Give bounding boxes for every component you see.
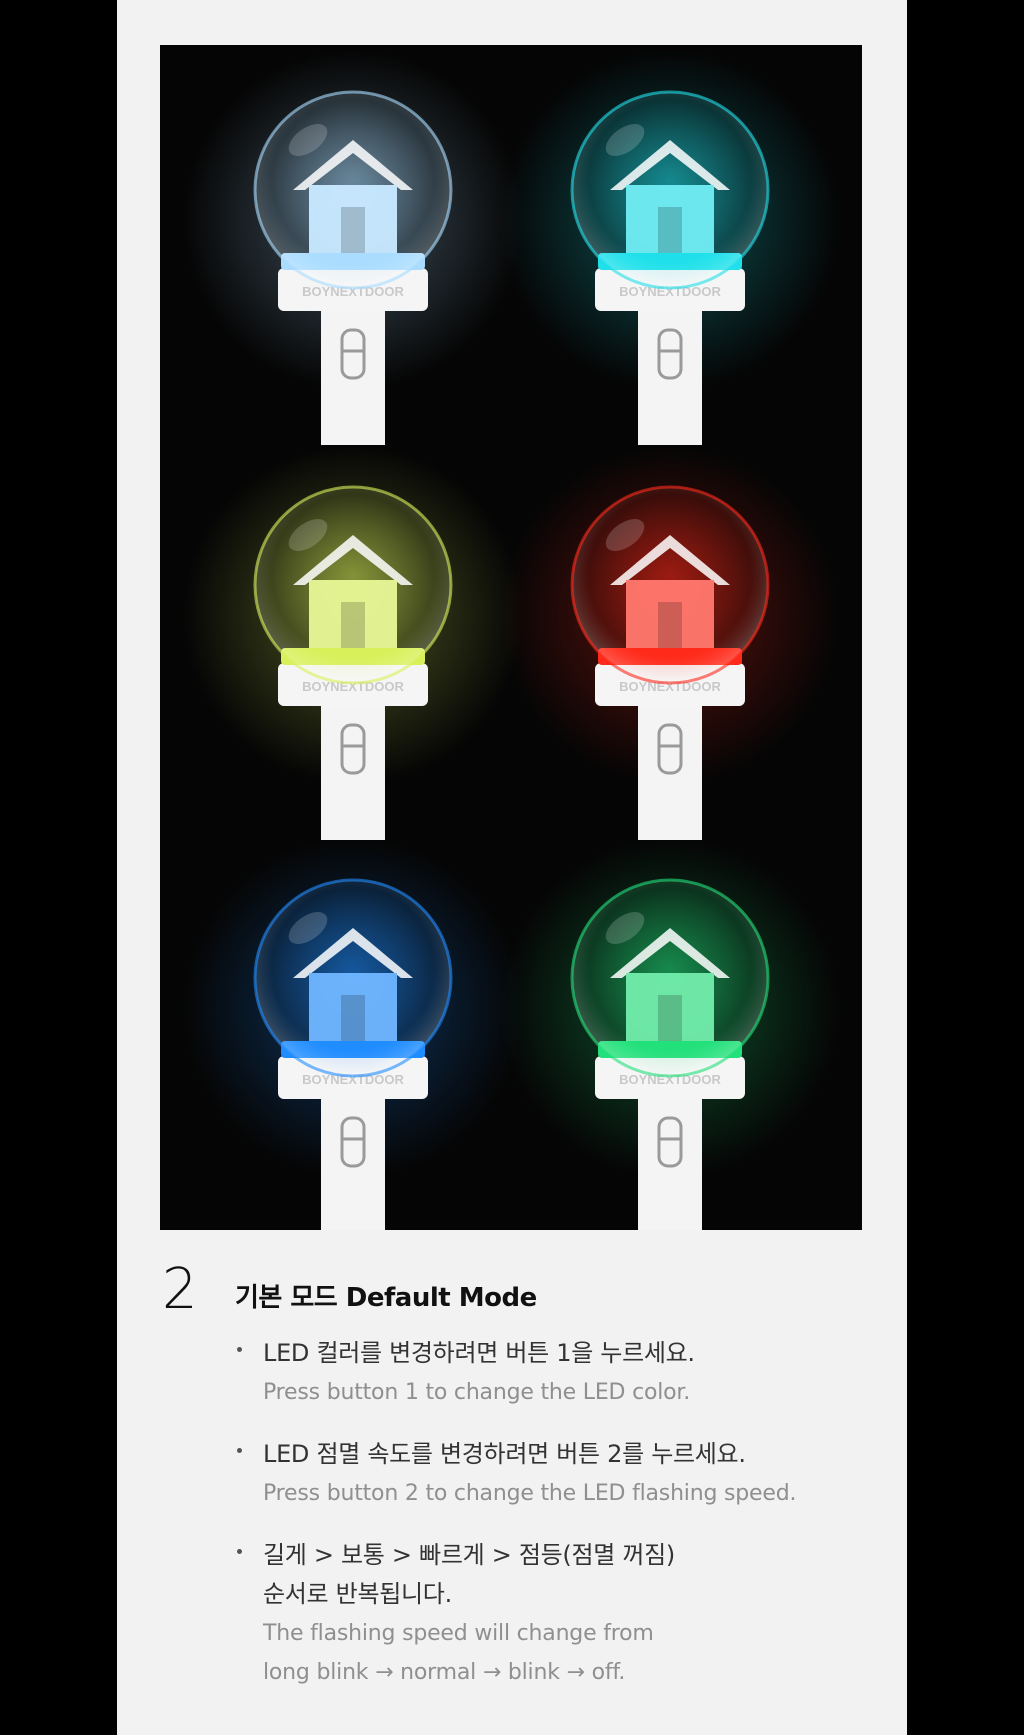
lightstick: BOYNEXTDOOR: [183, 445, 523, 840]
instruction-korean-continued: 순서로 반복됩니다.: [263, 1580, 452, 1608]
lightstick-handle: [638, 305, 702, 445]
instruction-list: LED 컬러를 변경하려면 버튼 1을 누르세요. Press button 1…: [235, 1334, 885, 1715]
lightstick-color-photo: BOYNEXTDOOR BOYNEXTDOOR BOYNEXTDOOR BOYNEXT…: [160, 45, 862, 1230]
lightstick-handle: [321, 700, 385, 840]
lightstick-grid: BOYNEXTDOOR BOYNEXTDOORBOYNEXTDOOR BOYNEXT…: [183, 50, 840, 1230]
instruction-korean: 길게 > 보통 > 빠르게 > 점등(점멸 꺼짐): [263, 1541, 675, 1569]
list-item: LED 컬러를 변경하려면 버튼 1을 누르세요. Press button 1…: [235, 1334, 885, 1412]
instruction-english: The flashing speed will change from: [263, 1621, 654, 1646]
lightstick: BOYNEXTDOOR: [500, 50, 840, 445]
product-detail-page: BOYNEXTDOOR BOYNEXTDOOR BOYNEXTDOOR BOYNEXT…: [117, 0, 907, 1735]
instruction-korean: LED 컬러를 변경하려면 버튼 1을 누르세요.: [263, 1339, 695, 1367]
list-item: 길게 > 보통 > 빠르게 > 점등(점멸 꺼짐) 순서로 반복됩니다. The…: [235, 1536, 885, 1692]
section-title: 기본 모드 Default Mode: [235, 1283, 537, 1313]
instruction-english-continued: long blink → normal → blink → off.: [263, 1660, 626, 1685]
lightstick-handle: [321, 305, 385, 445]
lightstick: BOYNEXTDOOR: [500, 838, 840, 1230]
bullet-icon: [237, 1448, 242, 1453]
instruction-english: Press button 2 to change the LED flashin…: [263, 1481, 797, 1506]
lightstick-handle: [321, 1093, 385, 1230]
lightstick: BOYNEXTDOOR: [183, 838, 523, 1230]
lightstick: BOYNEXTDOOR: [183, 50, 523, 445]
bullet-icon: [237, 1549, 242, 1554]
bullet-icon: [237, 1347, 242, 1352]
lightstick-handle: [638, 700, 702, 840]
lightstick: BOYNEXTDOOR: [500, 445, 840, 840]
instruction-korean: LED 점멸 속도를 변경하려면 버튼 2를 누르세요.: [263, 1440, 746, 1468]
list-item: LED 점멸 속도를 변경하려면 버튼 2를 누르세요. Press butto…: [235, 1435, 885, 1513]
lightstick-handle: [638, 1093, 702, 1230]
instruction-english: Press button 1 to change the LED color.: [263, 1380, 691, 1405]
step-number: 2: [162, 1257, 198, 1322]
